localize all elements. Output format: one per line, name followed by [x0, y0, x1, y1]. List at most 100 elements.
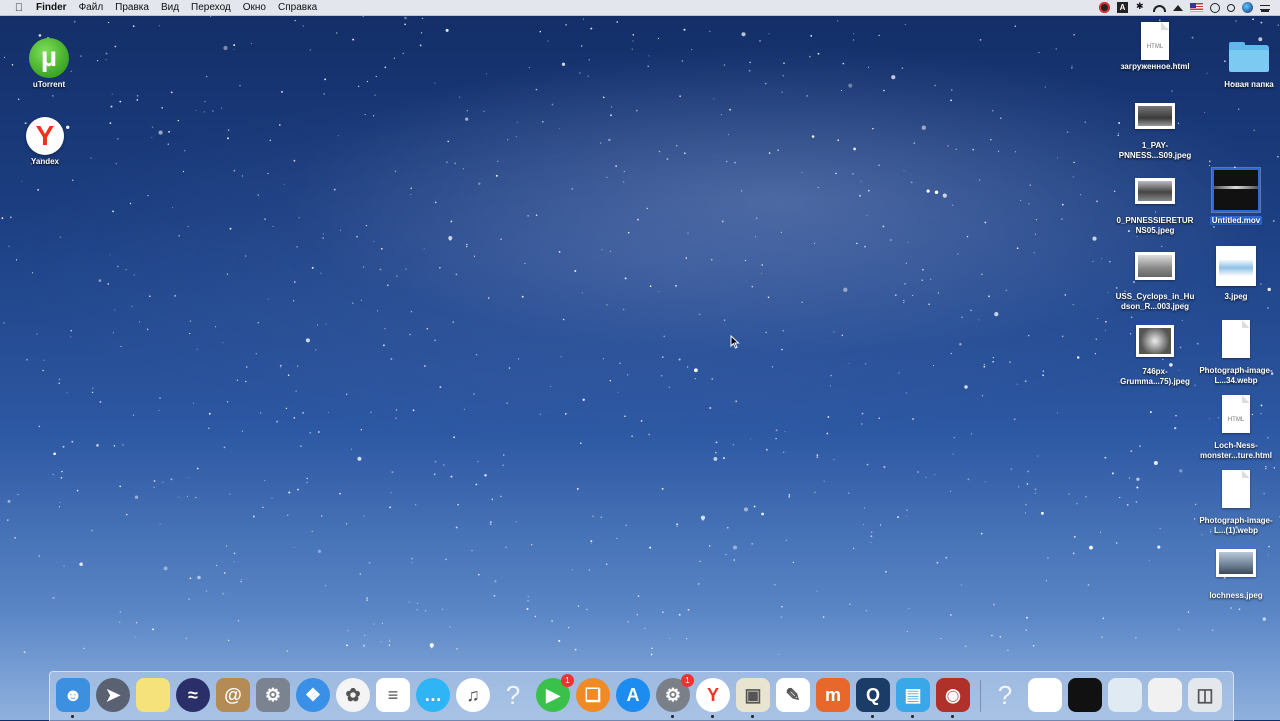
adobe-icon[interactable]: A — [1117, 2, 1128, 13]
desktop-icon-new-folder[interactable]: Новая папка — [1209, 42, 1280, 90]
photos-icon: ✿ — [345, 685, 361, 705]
dock-item-notes[interactable] — [136, 678, 170, 712]
notification-center-icon[interactable] — [1260, 5, 1270, 10]
dock-item-quicktime[interactable]: Q — [856, 678, 890, 718]
automator-icon: ⚙ — [264, 685, 282, 705]
dock-item-siri[interactable]: ≈ — [176, 678, 210, 712]
dock-item-app-store[interactable]: A — [616, 678, 650, 712]
desktop-icon-webp[interactable]: Photograph-image-L...(1).webp — [1196, 470, 1276, 536]
dock-item-finder[interactable]: ☻ — [56, 678, 90, 718]
utorrent-icon: µ — [29, 38, 69, 78]
clock-icon[interactable] — [1210, 2, 1220, 13]
textedit-icon: ✎ — [785, 685, 801, 705]
preview-icon: ▣ — [744, 685, 762, 705]
desktop-icon-label: Loch-Ness-monster...ture.html — [1199, 441, 1272, 460]
dock-item-trash[interactable]: ◫ — [1188, 678, 1222, 712]
wifi-icon[interactable] — [1153, 5, 1166, 12]
dock-item-yandex-browser[interactable]: Y — [696, 678, 730, 718]
dock-item-photo-booth[interactable]: ◉ — [936, 678, 970, 718]
dock-item-automator[interactable]: ⚙ — [256, 678, 290, 712]
menu-go[interactable]: Переход — [191, 2, 231, 13]
dock-item-messages[interactable]: … — [416, 678, 450, 712]
dock-item-contacts[interactable]: @ — [216, 678, 250, 712]
safari-icon: ❖ — [304, 685, 322, 705]
dock-item-stack-yandex[interactable] — [1028, 678, 1062, 712]
dock-item-safari[interactable]: ❖ — [296, 678, 330, 712]
desktop-icon-movie-selected[interactable]: Untitled.mov — [1196, 168, 1276, 226]
desktop-icon-utorrent[interactable]: µ uTorrent — [9, 38, 89, 90]
contacts-icon: @ — [224, 685, 242, 705]
dock-item-system-preferences[interactable]: ⚙ 1 — [656, 674, 694, 718]
menu-help[interactable]: Справка — [278, 2, 317, 13]
desktop-icon-label: uTorrent — [32, 80, 66, 89]
messages-icon: … — [424, 685, 442, 705]
desktop-icon-image[interactable]: 746px-Grumma...75).jpeg — [1115, 325, 1195, 387]
map-stack-icon — [1108, 678, 1142, 712]
dock-item-unknown-2[interactable]: ? — [988, 678, 1022, 712]
menu-bar:  Finder Файл Правка Вид Переход Окно Сп… — [0, 0, 1280, 16]
dock-item-stack-dark[interactable] — [1068, 678, 1102, 712]
siri-icon[interactable] — [1242, 2, 1253, 13]
desktop-icon-image[interactable]: USS_Cyclops_in_Hudson_R...003.jpeg — [1115, 252, 1195, 312]
html-document-icon: HTML — [1222, 395, 1250, 433]
dock-item-textedit[interactable]: ✎ — [776, 678, 810, 712]
doc-type-tag: HTML — [1146, 44, 1164, 50]
question-icon: ? — [997, 680, 1013, 710]
dock-item-airplay[interactable]: ▤ — [896, 678, 930, 718]
dock-item-mosaic[interactable]: m — [816, 678, 850, 712]
dock-item-ibooks[interactable]: ❏ — [576, 678, 610, 712]
dock-item-itunes[interactable]: ♫ — [456, 678, 490, 712]
desktop-icon-label: 0_PNNESSIERETURNS05.jpeg — [1116, 216, 1194, 235]
dock-item-photos[interactable]: ✿ — [336, 678, 370, 712]
menu-file[interactable]: Файл — [79, 2, 104, 13]
image-thumbnail-icon — [1135, 103, 1175, 129]
menu-finder[interactable]: Finder — [36, 2, 67, 13]
mouse-cursor-icon — [730, 335, 740, 349]
desktop-icon-image[interactable]: lochness.jpeg — [1196, 549, 1276, 601]
desktop-icon-label: lochness.jpeg — [1209, 591, 1263, 600]
image-thumbnail-icon — [1135, 178, 1175, 204]
dock-item-stack-map[interactable] — [1108, 678, 1142, 712]
menu-edit[interactable]: Правка — [115, 2, 149, 13]
app-store-icon: A — [626, 685, 640, 705]
html-document-icon: HTML — [1141, 22, 1169, 60]
dock-item-launchpad[interactable]: ➤ — [96, 678, 130, 712]
desktop-icon-image[interactable]: 3.jpeg — [1196, 246, 1276, 302]
us-flag-icon[interactable] — [1190, 3, 1203, 12]
desktop-icon-label: Untitled.mov — [1196, 216, 1276, 226]
desktop-icon-html-file[interactable]: HTML Loch-Ness-monster...ture.html — [1196, 395, 1276, 461]
m-app-icon: m — [824, 685, 841, 705]
screen-record-icon[interactable] — [1099, 2, 1110, 13]
dock-item-facetime[interactable]: ▶ 1 — [536, 674, 574, 712]
dock-item-unknown[interactable]: ? — [496, 678, 530, 712]
selected-label: Untitled.mov — [1209, 216, 1263, 225]
desktop-icon-image[interactable]: 0_PNNESSIERETURNS05.jpeg — [1115, 178, 1195, 236]
trash-icon: ◫ — [1196, 685, 1214, 705]
notification-badge: 1 — [561, 674, 574, 687]
bluetooth-icon[interactable] — [1135, 1, 1146, 13]
movie-file-icon — [1212, 168, 1260, 212]
spotlight-icon[interactable] — [1227, 3, 1235, 12]
desktop-icon-label: Photograph-image-L...(1).webp — [1199, 516, 1273, 535]
dock-item-preview[interactable]: ▣ — [736, 678, 770, 718]
menu-view[interactable]: Вид — [161, 2, 179, 13]
dock-separator — [980, 680, 981, 712]
eject-icon[interactable] — [1173, 4, 1183, 11]
desktop-icon-label: USS_Cyclops_in_Hudson_R...003.jpeg — [1115, 292, 1195, 311]
desktop-icon-label: загруженное.html — [1120, 62, 1190, 71]
desktop-icon-image[interactable]: 1_PAY-PNNESS...S09.jpeg — [1115, 103, 1195, 161]
desktop-icon-html-file[interactable]: HTML загруженное.html — [1115, 22, 1195, 72]
desktop-icon-webp[interactable]: Photograph-image-L...34.webp — [1196, 320, 1276, 386]
desktop-icon-yandex[interactable]: Y Yandex — [5, 117, 85, 167]
desktop-icon-label: 746px-Grumma...75).jpeg — [1120, 367, 1190, 386]
running-indicator — [911, 715, 914, 718]
desktop-icon-label: 3.jpeg — [1224, 292, 1248, 301]
menu-window[interactable]: Окно — [243, 2, 266, 13]
yandex-browser-icon: Y — [26, 117, 64, 155]
apple-menu-icon[interactable]:  — [12, 2, 26, 14]
image-stack-icon — [1068, 678, 1102, 712]
image-thumbnail-icon — [1135, 252, 1175, 280]
dock-item-stack-downloads[interactable] — [1148, 678, 1182, 712]
running-indicator — [951, 715, 954, 718]
dock-item-reminders[interactable]: ≡ — [376, 678, 410, 712]
